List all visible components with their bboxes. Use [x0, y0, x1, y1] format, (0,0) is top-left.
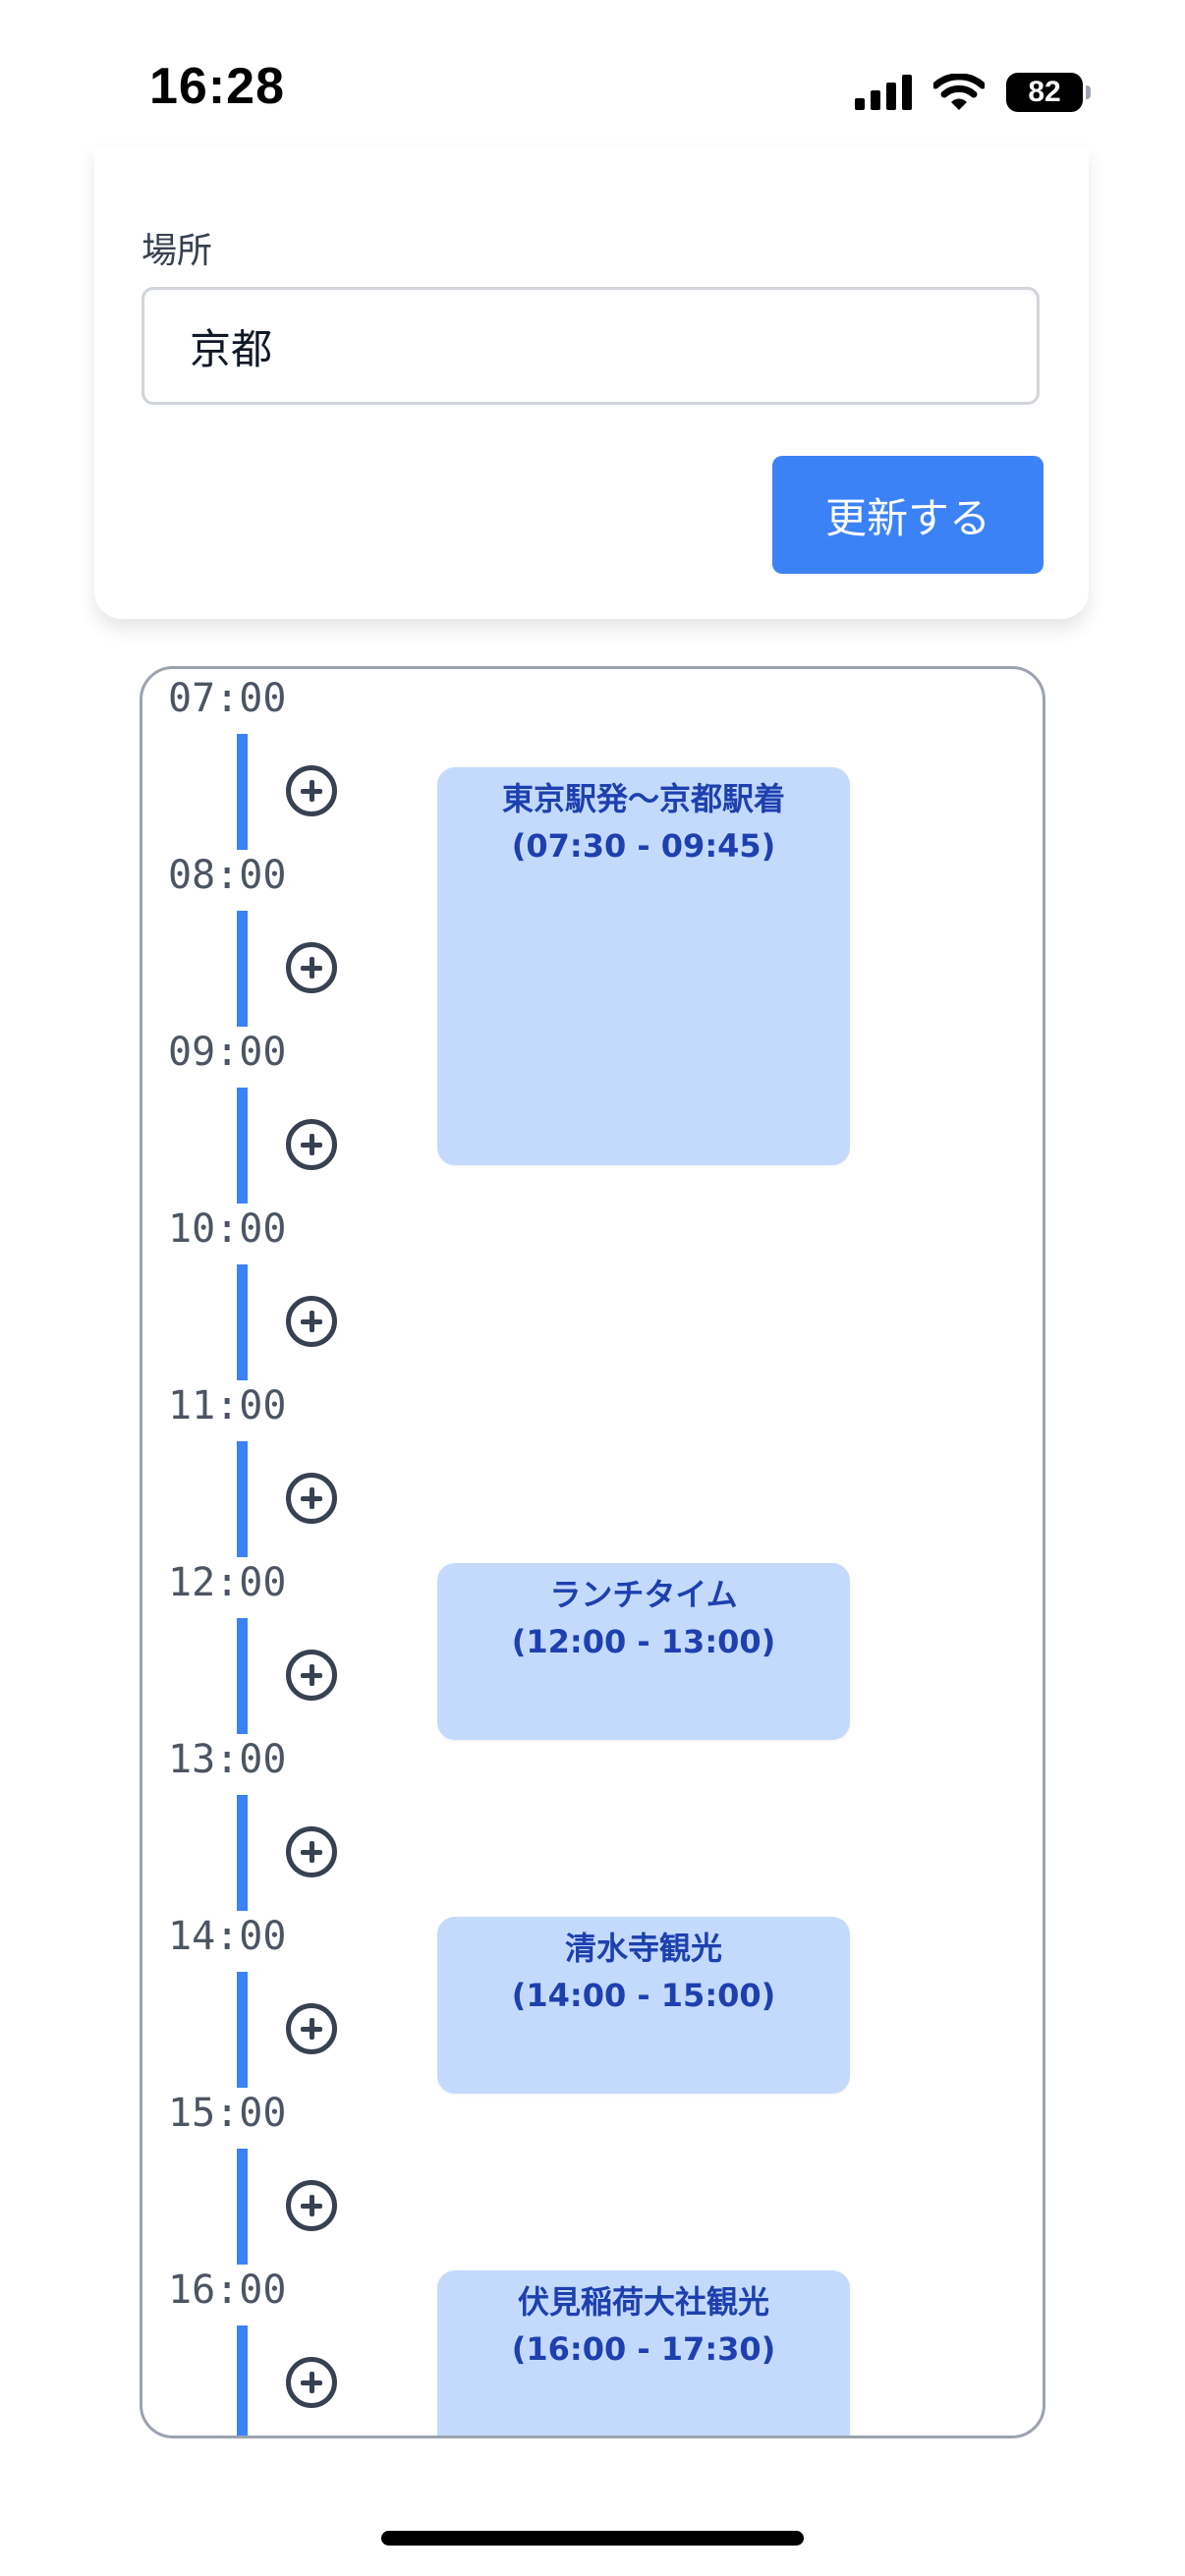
plus-circle-icon[interactable]: [286, 942, 337, 993]
hour-line: [237, 1795, 248, 1911]
plus-circle-icon[interactable]: [286, 1473, 337, 1524]
hour-line: [237, 2325, 248, 2436]
plus-circle-icon[interactable]: [286, 1650, 337, 1701]
hour-line: [237, 1264, 248, 1380]
hour-row: 13:00: [142, 1740, 1043, 1921]
hour-label: 14:00: [168, 1914, 287, 1959]
location-label: 場所: [141, 231, 213, 271]
schedule-timeline[interactable]: 07:00 08:00 09:00 10:00 11:00 12:00 13:00 14:00…: [140, 666, 1045, 2438]
plus-circle-icon[interactable]: [286, 1119, 337, 1170]
location-form-card: 場所 更新する: [94, 147, 1089, 619]
hour-line: [237, 1088, 248, 1204]
hour-line: [237, 1972, 248, 2088]
hour-line: [237, 2149, 248, 2265]
hour-line: [237, 1441, 248, 1557]
hour-row: 10:00: [142, 1209, 1043, 1390]
hour-label: 07:00: [168, 676, 287, 721]
event-card[interactable]: 清水寺観光 (14:00 - 15:00): [437, 1917, 850, 2094]
event-card[interactable]: 東京駅発〜京都駅着 (07:30 - 09:45): [437, 767, 850, 1165]
plus-circle-icon[interactable]: [286, 1296, 337, 1347]
status-icons: 82: [855, 73, 1091, 112]
hour-row: 15:00: [142, 2094, 1043, 2274]
event-card[interactable]: ランチタイム (12:00 - 13:00): [437, 1563, 850, 1740]
event-title: ランチタイム: [549, 1576, 738, 1613]
hour-line: [237, 734, 248, 850]
event-title: 伏見稲荷大社観光: [517, 2283, 769, 2321]
hour-label: 10:00: [168, 1206, 287, 1252]
hour-label: 12:00: [168, 1560, 287, 1605]
plus-circle-icon[interactable]: [286, 2180, 337, 2231]
hour-line: [237, 911, 248, 1027]
location-input[interactable]: [141, 287, 1040, 405]
update-button[interactable]: 更新する: [772, 456, 1044, 574]
event-title: 東京駅発〜京都駅着: [501, 780, 785, 817]
event-time: (12:00 - 13:00): [511, 1623, 776, 1660]
battery-icon: 82: [1006, 73, 1091, 112]
event-title: 清水寺観光: [564, 1930, 722, 1967]
cellular-signal-icon: [855, 75, 912, 110]
battery-level: 82: [1028, 76, 1061, 108]
wifi-icon: [933, 74, 985, 110]
hour-label: 11:00: [168, 1383, 287, 1428]
hour-row: 11:00: [142, 1386, 1043, 1567]
plus-circle-icon[interactable]: [286, 2357, 337, 2408]
plus-circle-icon[interactable]: [286, 2003, 337, 2054]
battery-cap: [1086, 85, 1091, 99]
hour-label: 09:00: [168, 1030, 287, 1075]
hour-label: 08:00: [168, 853, 287, 898]
hour-label: 16:00: [168, 2268, 287, 2313]
event-time: (16:00 - 17:30): [511, 2330, 776, 2368]
status-time: 16:28: [149, 58, 285, 115]
home-indicator[interactable]: [381, 2531, 804, 2546]
hour-label: 15:00: [168, 2091, 287, 2136]
hour-line: [237, 1618, 248, 1734]
plus-circle-icon[interactable]: [286, 765, 337, 816]
event-time: (14:00 - 15:00): [511, 1977, 776, 2014]
hour-label: 13:00: [168, 1737, 287, 1782]
plus-circle-icon[interactable]: [286, 1826, 337, 1877]
event-time: (07:30 - 09:45): [511, 827, 776, 865]
event-card[interactable]: 伏見稲荷大社観光 (16:00 - 17:30): [437, 2270, 850, 2436]
